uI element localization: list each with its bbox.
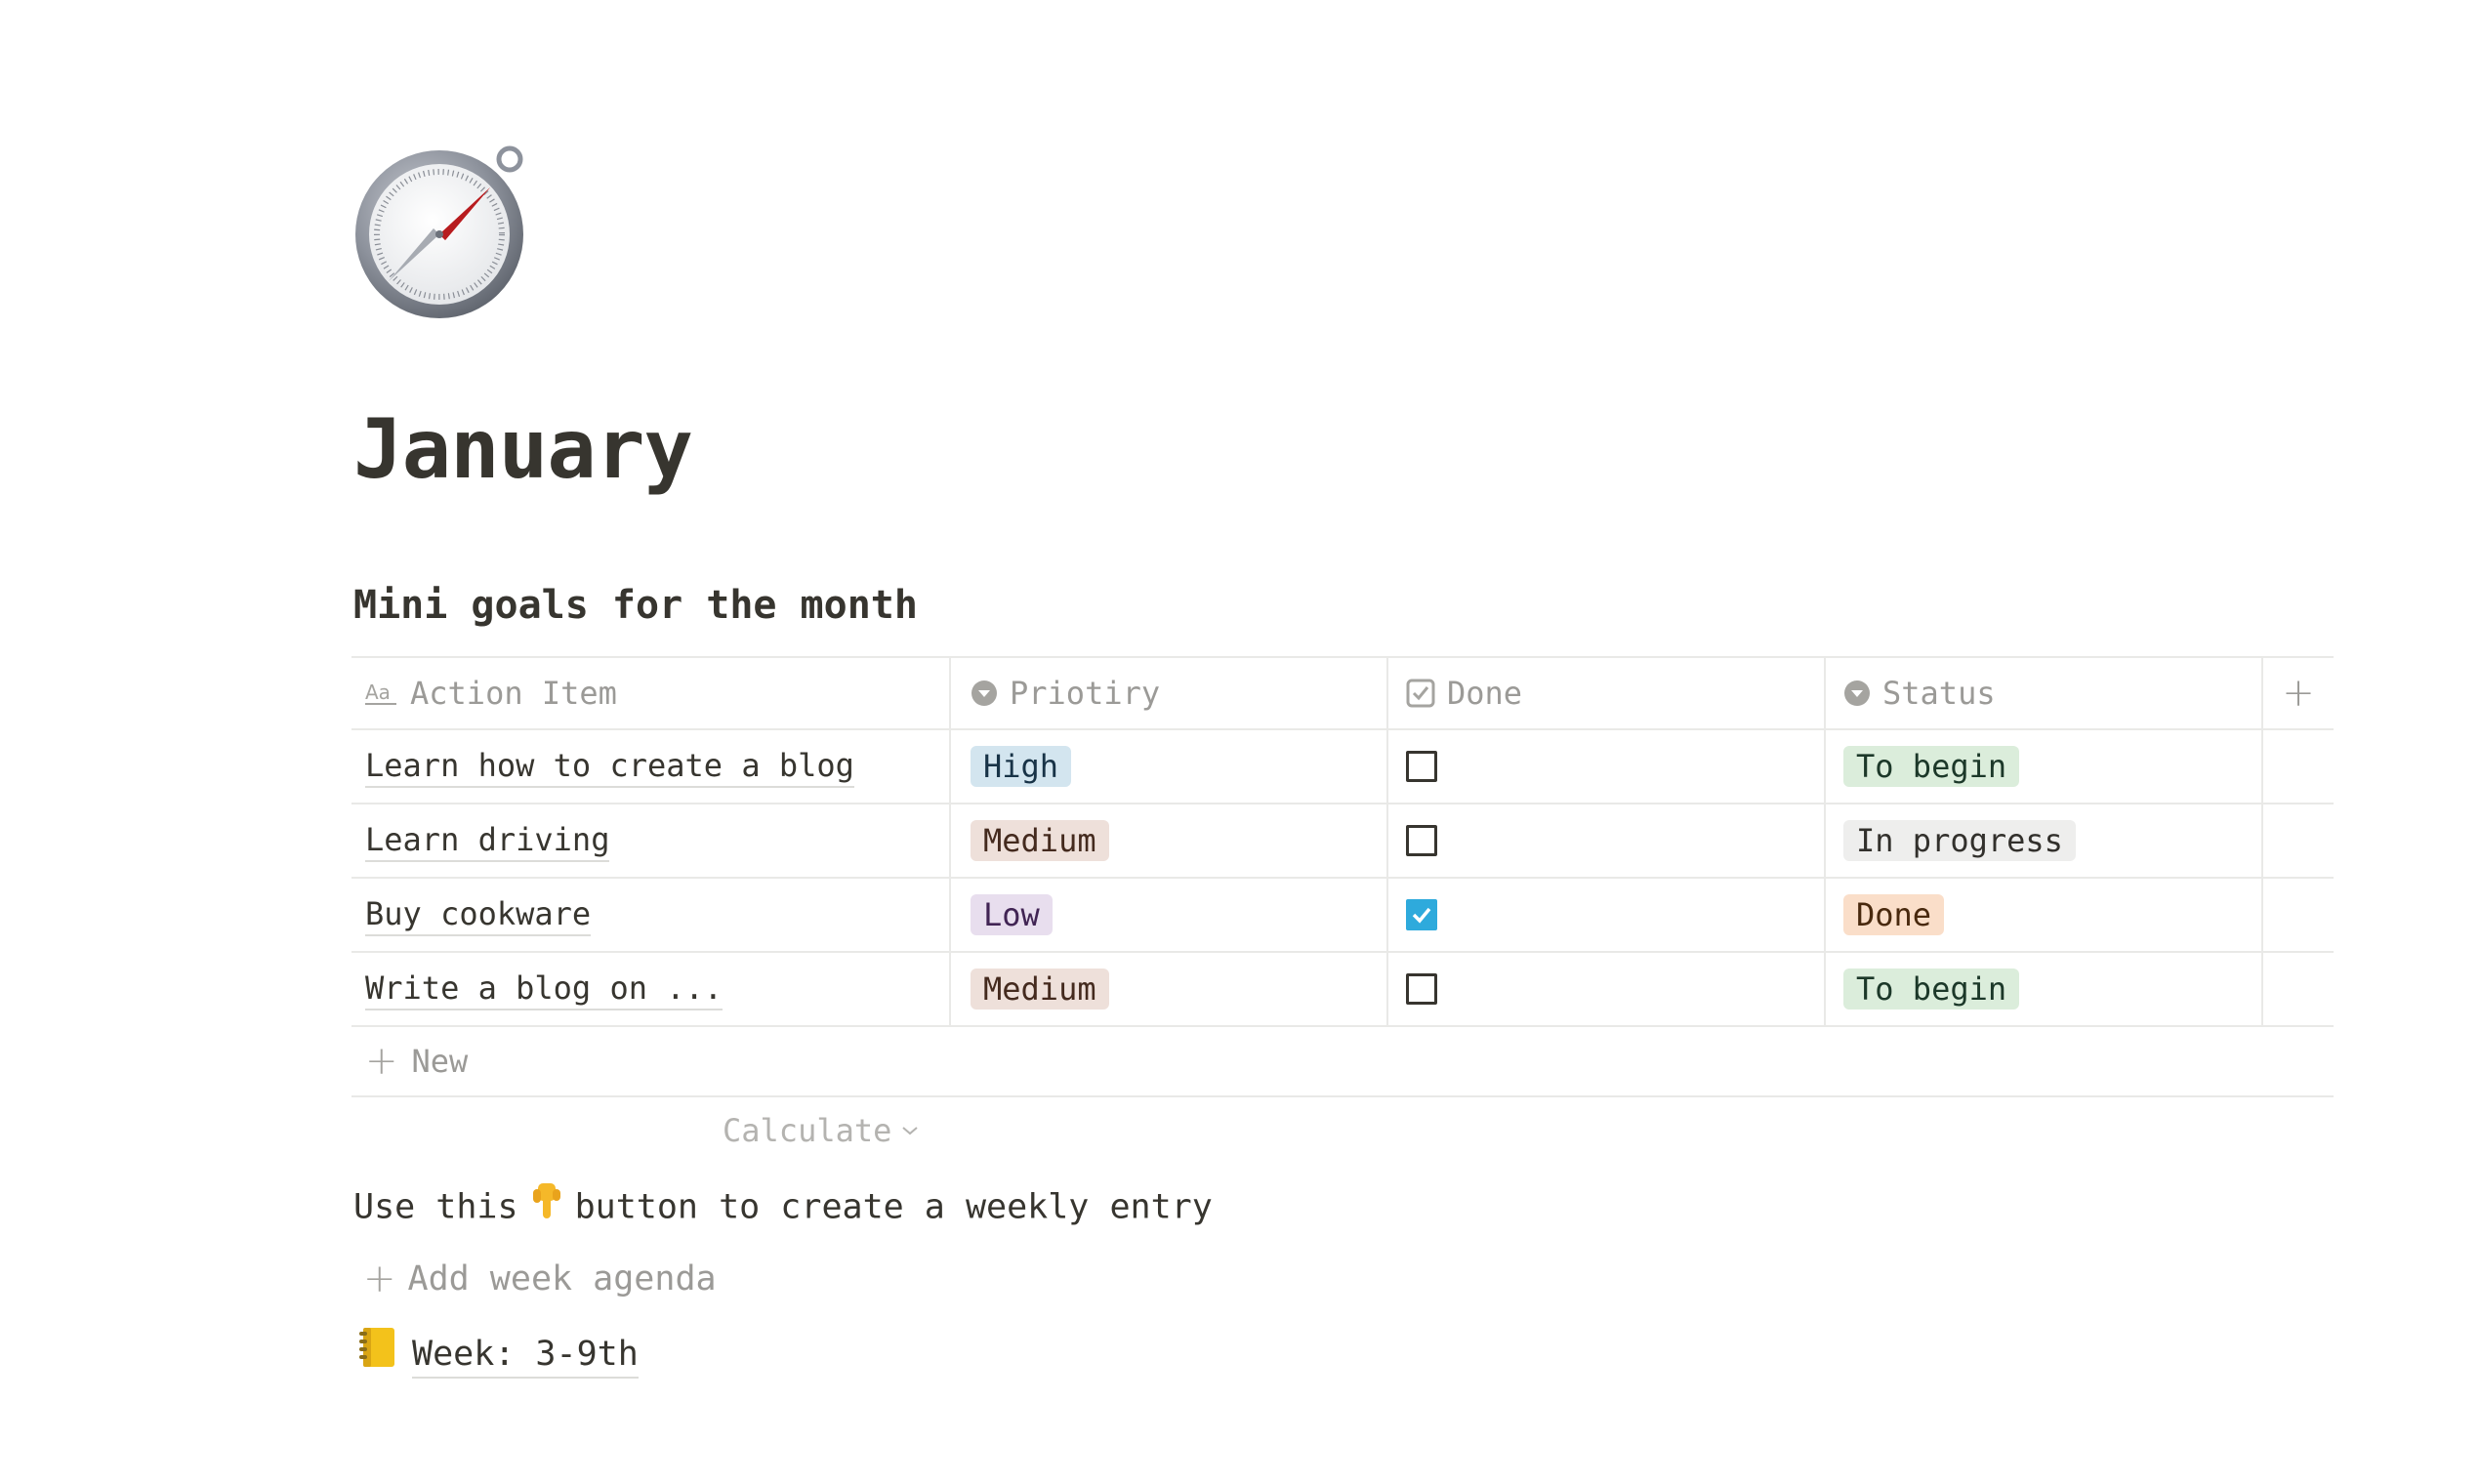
status-tag: To begin bbox=[1843, 969, 2020, 1010]
new-row-button[interactable]: + New bbox=[351, 1027, 2334, 1097]
chevron-down-icon bbox=[902, 1127, 919, 1135]
table-row[interactable]: Learn driving Medium In progress bbox=[351, 804, 2334, 879]
week-page-link[interactable]: Week: 3-9th bbox=[357, 1326, 639, 1383]
column-header-priority[interactable]: Priotiry bbox=[951, 658, 1388, 728]
done-checkbox[interactable] bbox=[1406, 825, 1437, 856]
done-checkbox[interactable] bbox=[1406, 751, 1437, 782]
status-cell[interactable]: Done bbox=[1826, 879, 2263, 951]
calculate-row: Calculate bbox=[351, 1097, 2334, 1164]
column-header-label: Done bbox=[1447, 675, 1523, 712]
priority-cell[interactable]: Medium bbox=[951, 804, 1388, 877]
calculate-label: Calculate bbox=[723, 1112, 892, 1149]
column-header-action-item[interactable]: Aa Action Item bbox=[351, 658, 951, 728]
action-item-title[interactable]: Learn how to create a blog bbox=[365, 746, 854, 788]
status-cell[interactable]: To begin bbox=[1826, 953, 2263, 1025]
priority-tag: Medium bbox=[971, 820, 1109, 861]
empty-cell bbox=[2263, 730, 2334, 803]
status-cell[interactable]: To begin bbox=[1826, 730, 2263, 803]
new-row-label: New bbox=[411, 1043, 469, 1080]
compass-icon[interactable] bbox=[353, 144, 529, 320]
action-item-cell[interactable]: Learn driving bbox=[351, 804, 951, 877]
plus-icon: + bbox=[363, 1257, 396, 1301]
priority-cell[interactable]: Medium bbox=[951, 953, 1388, 1025]
action-item-title[interactable]: Write a blog on ... bbox=[365, 969, 723, 1010]
add-week-agenda-button[interactable]: + Add week agenda bbox=[363, 1254, 717, 1304]
action-item-title[interactable]: Learn driving bbox=[365, 820, 610, 862]
empty-cell bbox=[2263, 879, 2334, 951]
done-checkbox[interactable] bbox=[1406, 899, 1437, 930]
add-week-agenda-label: Add week agenda bbox=[407, 1259, 717, 1298]
column-header-label: Status bbox=[1882, 675, 1996, 712]
status-tag: To begin bbox=[1843, 746, 2020, 787]
done-cell bbox=[1388, 953, 1826, 1025]
select-property-icon bbox=[1843, 680, 1871, 707]
status-tag: In progress bbox=[1843, 820, 2076, 861]
table-row[interactable]: Buy cookware Low Done bbox=[351, 879, 2334, 953]
priority-cell[interactable]: High bbox=[951, 730, 1388, 803]
priority-cell[interactable]: Low bbox=[951, 879, 1388, 951]
empty-cell bbox=[2263, 804, 2334, 877]
column-header-label: Action Item bbox=[410, 675, 617, 712]
column-header-label: Priotiry bbox=[1010, 675, 1161, 712]
week-page-title: Week: 3-9th bbox=[412, 1332, 639, 1379]
svg-text:Aa: Aa bbox=[365, 680, 391, 704]
action-item-cell[interactable]: Learn how to create a blog bbox=[351, 730, 951, 803]
add-property-button[interactable]: + bbox=[2263, 658, 2334, 728]
empty-cell bbox=[2263, 953, 2334, 1025]
status-cell[interactable]: In progress bbox=[1826, 804, 2263, 877]
checkmark-icon bbox=[1412, 907, 1431, 924]
page-title: January bbox=[353, 401, 693, 497]
column-header-done[interactable]: Done bbox=[1388, 658, 1826, 728]
done-cell bbox=[1388, 730, 1826, 803]
notebook-icon bbox=[357, 1326, 398, 1383]
table-header: Aa Action Item Priotiry Done Status + bbox=[351, 658, 2334, 730]
hint-text-after: button to create a weekly entry bbox=[574, 1187, 1213, 1227]
action-item-cell[interactable]: Write a blog on ... bbox=[351, 953, 951, 1025]
point-down-icon bbox=[530, 1181, 563, 1235]
done-cell bbox=[1388, 804, 1826, 877]
goals-table: Aa Action Item Priotiry Done Status + Le… bbox=[351, 656, 2334, 1164]
hint-text-before: Use this bbox=[353, 1187, 518, 1227]
status-tag: Done bbox=[1843, 894, 1945, 935]
table-row[interactable]: Learn how to create a blog High To begin bbox=[351, 730, 2334, 804]
table-row[interactable]: Write a blog on ... Medium To begin bbox=[351, 953, 2334, 1027]
priority-tag: High bbox=[971, 746, 1072, 787]
plus-icon: + bbox=[365, 1039, 398, 1084]
text-property-icon: Aa bbox=[365, 680, 398, 707]
done-cell bbox=[1388, 879, 1826, 951]
action-item-title[interactable]: Buy cookware bbox=[365, 894, 592, 936]
hint-text: Use this button to create a weekly entry bbox=[353, 1181, 1213, 1235]
action-item-cell[interactable]: Buy cookware bbox=[351, 879, 951, 951]
checkbox-property-icon bbox=[1406, 679, 1435, 708]
priority-tag: Medium bbox=[971, 969, 1109, 1010]
column-header-status[interactable]: Status bbox=[1826, 658, 2263, 728]
priority-tag: Low bbox=[971, 894, 1053, 935]
calculate-button[interactable]: Calculate bbox=[723, 1112, 919, 1149]
section-heading: Mini goals for the month bbox=[353, 583, 918, 628]
done-checkbox[interactable] bbox=[1406, 973, 1437, 1005]
select-property-icon bbox=[971, 680, 998, 707]
